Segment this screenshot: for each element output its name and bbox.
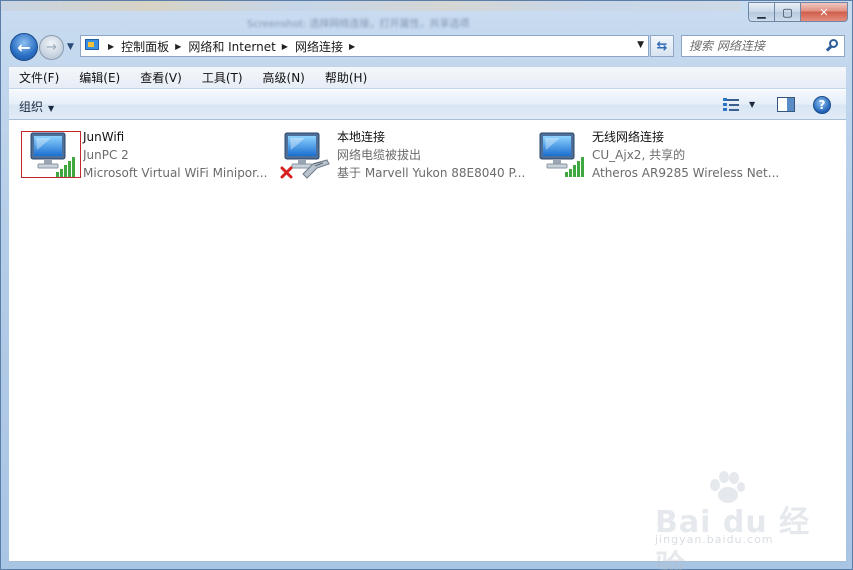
background-taskbar-blur bbox=[1, 1, 741, 11]
address-bar[interactable]: ▶ 控制面板 ▶ 网络和 Internet ▶ 网络连接 ▶ ▼ bbox=[80, 35, 649, 57]
breadcrumb-control-panel[interactable]: 控制面板 bbox=[121, 38, 169, 55]
connection-device: Microsoft Virtual WiFi Minipor... bbox=[83, 166, 268, 180]
breadcrumb-chevron-icon[interactable]: ▶ bbox=[175, 42, 181, 51]
connection-status: 网络电缆被拔出 bbox=[337, 148, 422, 162]
search-icon[interactable] bbox=[825, 39, 838, 53]
forward-button[interactable]: → bbox=[39, 35, 64, 60]
search-input[interactable] bbox=[689, 39, 825, 53]
menu-view[interactable]: 查看(V) bbox=[130, 69, 192, 86]
menu-file[interactable]: 文件(F) bbox=[9, 69, 69, 86]
breadcrumb-chevron-icon[interactable]: ▶ bbox=[349, 42, 355, 51]
recent-pages-dropdown-icon[interactable]: ▼ bbox=[67, 42, 74, 52]
menu-help[interactable]: 帮助(H) bbox=[315, 69, 377, 86]
view-options-dropdown-icon[interactable]: ▼ bbox=[749, 100, 755, 109]
connection-device: Atheros AR9285 Wireless Net... bbox=[592, 166, 780, 180]
window-caption: Screenshot: 选择网络连接，打开属性，共享选项 bbox=[247, 19, 470, 30]
connection-name: JunWifi bbox=[83, 130, 125, 144]
connection-device: 基于 Marvell Yukon 88E8040 P... bbox=[337, 166, 526, 180]
address-dropdown-icon[interactable]: ▼ bbox=[637, 40, 644, 50]
connection-local[interactable]: 本地连接 网络电缆被拔出 基于 Marvell Yukon 88E8040 P.… bbox=[275, 128, 535, 186]
organize-button[interactable]: 组织 ▼ bbox=[19, 98, 54, 115]
breadcrumb-network-internet[interactable]: 网络和 Internet bbox=[188, 38, 275, 55]
refresh-icon: ⇆ bbox=[656, 38, 668, 54]
connection-status: JunPC 2 bbox=[83, 148, 129, 162]
organize-dropdown-icon: ▼ bbox=[48, 104, 55, 113]
connection-texts: 本地连接 网络电缆被拔出 基于 Marvell Yukon 88E8040 P.… bbox=[337, 128, 532, 182]
maximize-button[interactable]: ▢ bbox=[775, 2, 801, 22]
connection-wireless[interactable]: 无线网络连接 CU_Ajx2, 共享的 Atheros AR9285 Wirel… bbox=[530, 128, 820, 186]
organize-label: 组织 bbox=[19, 100, 44, 114]
menu-advanced[interactable]: 高级(N) bbox=[253, 69, 315, 86]
connection-status: CU_Ajx2, 共享的 bbox=[592, 148, 686, 162]
back-arrow-icon: ← bbox=[17, 37, 31, 57]
connections-list: JunWifi JunPC 2 Microsoft Virtual WiFi M… bbox=[9, 120, 846, 562]
connection-name: 本地连接 bbox=[337, 130, 386, 144]
selection-highlight-box bbox=[21, 131, 81, 178]
command-bar: 组织 ▼ ▼ ? bbox=[9, 89, 846, 120]
breadcrumb-chevron-icon[interactable]: ▶ bbox=[282, 42, 288, 51]
control-panel-icon bbox=[84, 38, 102, 54]
menu-tools[interactable]: 工具(T) bbox=[192, 69, 253, 86]
caption-buttons: ▁ ▢ ✕ bbox=[748, 2, 848, 22]
menu-bar: 文件(F) 编辑(E) 查看(V) 工具(T) 高级(N) 帮助(H) bbox=[9, 66, 846, 88]
wireless-network-icon bbox=[539, 132, 584, 177]
back-button[interactable]: ← bbox=[10, 33, 38, 61]
breadcrumb-network-connections[interactable]: 网络连接 bbox=[295, 38, 343, 55]
close-button[interactable]: ✕ bbox=[801, 2, 848, 22]
connection-name: 无线网络连接 bbox=[592, 130, 665, 144]
minimize-button[interactable]: ▁ bbox=[748, 2, 775, 22]
wired-network-disconnected-icon bbox=[280, 132, 330, 179]
help-icon[interactable]: ? bbox=[813, 96, 831, 114]
search-box[interactable] bbox=[681, 35, 845, 57]
connection-texts: JunWifi JunPC 2 Microsoft Virtual WiFi M… bbox=[83, 128, 278, 182]
forward-arrow-icon: → bbox=[46, 40, 57, 55]
breadcrumb-chevron-icon[interactable]: ▶ bbox=[108, 42, 114, 51]
preview-pane-icon[interactable] bbox=[777, 97, 795, 112]
change-view-icon[interactable] bbox=[723, 98, 741, 112]
menu-edit[interactable]: 编辑(E) bbox=[69, 69, 130, 86]
refresh-button[interactable]: ⇆ bbox=[650, 35, 674, 57]
connection-texts: 无线网络连接 CU_Ajx2, 共享的 Atheros AR9285 Wirel… bbox=[592, 128, 807, 182]
window-frame: Screenshot: 选择网络连接，打开属性，共享选项 ▁ ▢ ✕ ← → ▼… bbox=[0, 0, 853, 570]
